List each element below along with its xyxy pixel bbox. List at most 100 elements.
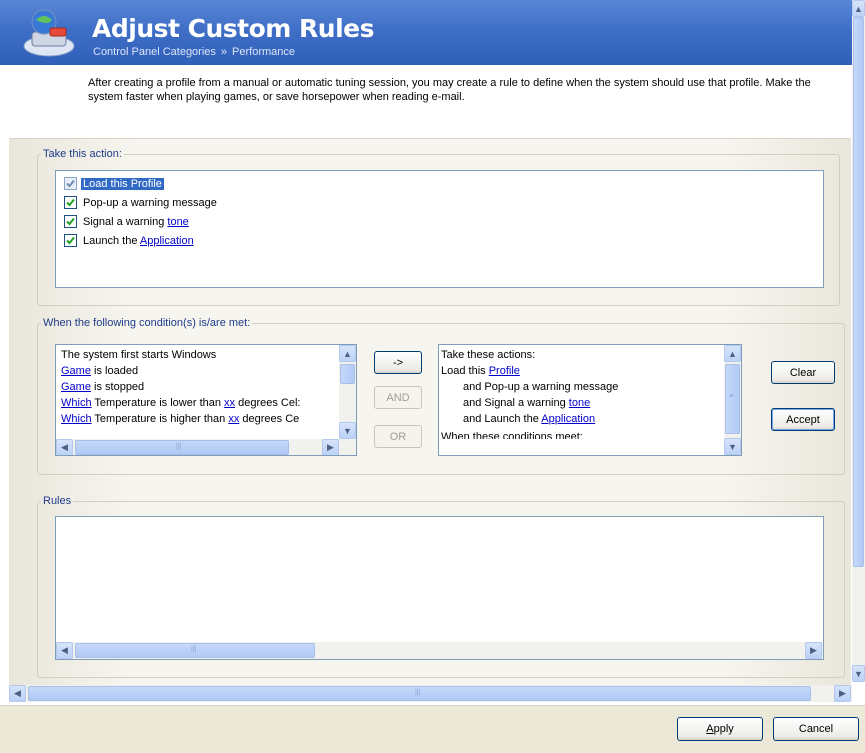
checkbox-warning-tone[interactable]	[64, 215, 77, 228]
action-item-load-profile[interactable]: Load this Profile	[64, 175, 164, 192]
breadcrumb-separator: »	[220, 46, 228, 58]
apply-button[interactable]: Apply	[677, 717, 763, 741]
scroll-thumb[interactable]: |||	[75, 440, 289, 455]
game-link[interactable]: Game	[61, 381, 91, 393]
checkbox-popup-warning[interactable]	[64, 196, 77, 209]
condition-item[interactable]: The system first starts Windows	[61, 347, 216, 363]
which-link[interactable]: Which	[61, 397, 92, 409]
xx-link[interactable]: xx	[228, 413, 239, 425]
condition-text: degrees Cel:	[235, 397, 301, 409]
action-text: Signal a warning	[83, 215, 168, 228]
checkmark-icon	[66, 217, 75, 226]
intro-text: After creating a profile from a manual o…	[88, 77, 811, 103]
page-scroll-right-button[interactable]: ▶	[834, 685, 851, 702]
scroll-thumb[interactable]: ≡	[725, 364, 740, 434]
action-item-popup-warning[interactable]: Pop-up a warning message	[64, 194, 217, 211]
scroll-down-button[interactable]: ▼	[724, 438, 741, 455]
application-link[interactable]: Application	[140, 235, 194, 247]
summary-line: and Signal a warning tone	[463, 395, 590, 411]
rules-list[interactable]: ◀ ||| ▶	[55, 516, 824, 660]
action-label-load-profile: Load this Profile	[81, 177, 164, 190]
scroll-up-button[interactable]: ▲	[724, 345, 741, 362]
accept-button[interactable]: Accept	[771, 408, 835, 431]
action-label-popup-warning: Pop-up a warning message	[83, 196, 217, 209]
and-button[interactable]: AND	[374, 386, 422, 409]
rules-group-legend: Rules	[43, 495, 72, 507]
add-condition-button[interactable]: ->	[374, 351, 422, 374]
breadcrumb: Control Panel Categories » Performance	[93, 46, 295, 58]
grip-icon: ≡	[729, 393, 734, 400]
page-vertical-scrollbar[interactable]	[852, 17, 865, 682]
action-item-warning-tone[interactable]: Signal a warning tone	[64, 213, 189, 230]
grip-icon: |||	[176, 443, 182, 450]
breadcrumb-item-categories[interactable]: Control Panel Categories	[93, 46, 216, 58]
summary-text: Load this	[441, 365, 489, 377]
profile-link[interactable]: Profile	[489, 365, 520, 377]
scroll-thumb[interactable]	[340, 364, 355, 384]
condition-text: The system first starts Windows	[61, 349, 217, 361]
condition-item[interactable]: Which Temperature is lower than xx degre…	[61, 395, 300, 411]
condition-list[interactable]: The system first starts Windows Game is …	[55, 344, 357, 456]
which-link[interactable]: Which	[61, 413, 92, 425]
page-scroll-up-button[interactable]: ▲	[852, 0, 865, 17]
tone-link[interactable]: tone	[167, 216, 188, 228]
summary-vertical-scrollbar[interactable]: ▲ ≡ ▼	[724, 345, 741, 455]
summary-line: and Pop-up a warning message	[463, 379, 618, 395]
game-link[interactable]: Game	[61, 365, 91, 377]
breadcrumb-item-performance[interactable]: Performance	[232, 46, 295, 58]
rules-horizontal-scrollbar[interactable]: ◀ ||| ▶	[56, 642, 823, 659]
action-text: Load this	[83, 177, 131, 190]
condition-text: is loaded	[90, 365, 139, 377]
scroll-down-button[interactable]: ▼	[339, 422, 356, 439]
tone-link[interactable]: tone	[569, 397, 590, 409]
action-item-launch-application[interactable]: Launch the Application	[64, 232, 194, 249]
action-label-launch-application: Launch the Application	[83, 235, 194, 247]
header-banner: Adjust Custom Rules Control Panel Catego…	[0, 0, 852, 65]
checkbox-launch-application[interactable]	[64, 234, 77, 247]
summary-line: and Launch the Application	[463, 411, 595, 427]
application-link[interactable]: Application	[541, 413, 595, 425]
summary-text: and Signal a warning	[463, 397, 569, 409]
or-button[interactable]: OR	[374, 425, 422, 448]
page-horizontal-scrollbar[interactable]: ◀ ||| ▶	[9, 685, 852, 702]
scroll-right-button[interactable]: ▶	[322, 439, 339, 455]
apply-mnemonic: A	[706, 723, 714, 735]
page-horizontal-thumb[interactable]: |||	[28, 686, 811, 701]
page-title: Adjust Custom Rules	[92, 14, 375, 43]
control-panel-icon	[23, 9, 75, 57]
condition-item[interactable]: Game is loaded	[61, 363, 138, 379]
cancel-button[interactable]: Cancel	[773, 717, 859, 741]
summary-line: When these conditions meet:	[441, 427, 583, 439]
footer-bar: Apply Cancel	[0, 706, 865, 753]
condition-item[interactable]: Which Temperature is higher than xx degr…	[61, 411, 299, 427]
scroll-thumb[interactable]: |||	[75, 643, 315, 658]
condition-group-legend: When the following condition(s) is/are m…	[43, 317, 251, 329]
xx-link[interactable]: xx	[224, 397, 235, 409]
apply-label: pply	[713, 723, 734, 735]
page-vertical-thumb[interactable]	[853, 17, 864, 567]
checkmark-icon	[66, 179, 75, 188]
actions-summary-box[interactable]: Take these actions: Load this Profile an…	[438, 344, 742, 456]
condition-list-horizontal-scrollbar[interactable]: ◀ ||| ▶	[56, 439, 356, 455]
profile-link[interactable]: Profile	[131, 178, 162, 190]
condition-item[interactable]: Game is stopped	[61, 379, 144, 395]
summary-text: and Launch the	[463, 413, 542, 425]
grip-icon: |||	[415, 689, 421, 696]
scroll-left-button[interactable]: ◀	[56, 439, 73, 455]
grip-icon: |||	[191, 646, 197, 653]
checkbox-load-profile[interactable]	[64, 177, 77, 190]
action-list[interactable]: Load this Profile Pop-up a warning messa…	[55, 170, 824, 288]
summary-line: Load this Profile	[441, 363, 520, 379]
page-scroll-left-button[interactable]: ◀	[9, 685, 26, 702]
scroll-right-button[interactable]: ▶	[805, 642, 822, 659]
action-label-warning-tone: Signal a warning tone	[83, 216, 189, 228]
checkmark-icon	[66, 236, 75, 245]
condition-list-vertical-scrollbar[interactable]: ▲ ▼	[339, 345, 356, 439]
scroll-left-button[interactable]: ◀	[56, 642, 73, 659]
page-scroll-down-button[interactable]: ▼	[852, 665, 865, 682]
condition-text: is stopped	[90, 381, 145, 393]
clear-button[interactable]: Clear	[771, 361, 835, 384]
scroll-up-button[interactable]: ▲	[339, 345, 356, 362]
condition-text: Temperature is higher than	[91, 413, 229, 425]
condition-text: Temperature is lower than	[91, 397, 225, 409]
